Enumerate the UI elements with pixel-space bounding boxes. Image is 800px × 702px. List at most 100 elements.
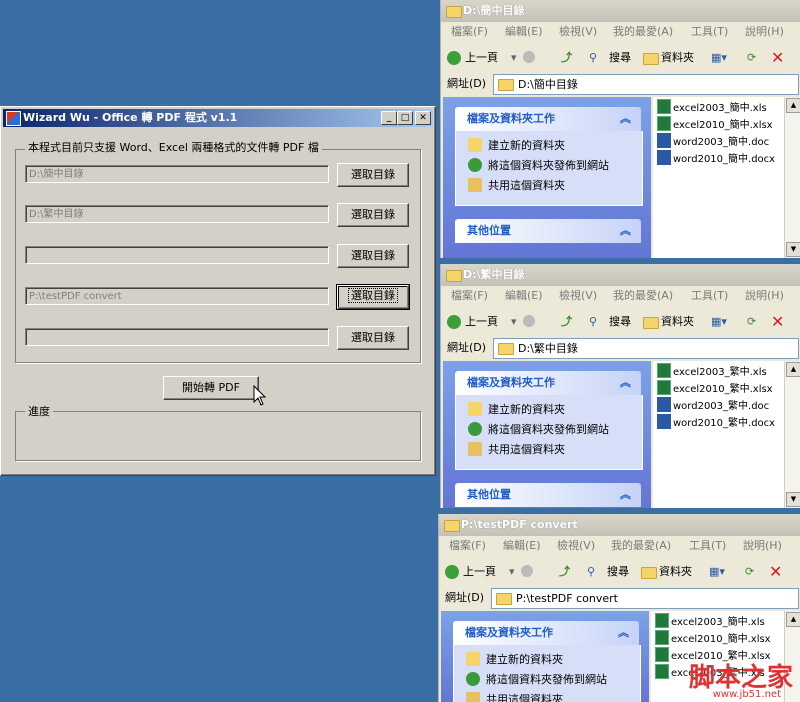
address-field[interactable]: D:\繁中目錄 bbox=[493, 338, 799, 359]
task-new-folder[interactable]: 建立新的資料夾 bbox=[466, 651, 563, 667]
back-arrow-icon[interactable] bbox=[445, 565, 459, 579]
other-places-header[interactable]: 其他位置 ︽ bbox=[455, 483, 641, 507]
file-tasks-header[interactable]: 檔案及資料夾工作 ︽ bbox=[455, 371, 641, 395]
file-tasks-header[interactable]: 檔案及資料夾工作 ︽ bbox=[455, 107, 641, 131]
menu-view[interactable]: 檢視(V) bbox=[559, 286, 597, 306]
file-item[interactable]: excel2003_繁中.xls bbox=[657, 363, 767, 378]
task-publish-web[interactable]: 將這個資料夾發佈到網站 bbox=[468, 157, 609, 173]
menu-edit[interactable]: 編輯(E) bbox=[503, 536, 541, 556]
scroll-down-icon[interactable]: ▼ bbox=[786, 492, 800, 507]
forward-arrow-icon[interactable] bbox=[523, 315, 535, 327]
dropdown-arrow-icon[interactable]: ▾ bbox=[509, 558, 515, 586]
file-item[interactable]: excel2010_簡中.xlsx bbox=[655, 630, 771, 645]
directory-field-5[interactable] bbox=[25, 328, 329, 346]
task-new-folder[interactable]: 建立新的資料夾 bbox=[468, 401, 565, 417]
delete-icon[interactable]: ✕ bbox=[769, 558, 782, 586]
menu-view[interactable]: 檢視(V) bbox=[559, 22, 597, 42]
task-share-folder[interactable]: 共用這個資料夾 bbox=[468, 441, 565, 457]
views-icon[interactable]: ▦▾ bbox=[709, 558, 725, 586]
scroll-up-icon[interactable]: ▲ bbox=[786, 612, 800, 627]
folders-icon[interactable] bbox=[643, 317, 659, 329]
directory-field-1[interactable]: D:\簡中目錄 bbox=[25, 165, 329, 183]
scroll-up-icon[interactable]: ▲ bbox=[786, 362, 800, 377]
directory-field-3[interactable] bbox=[25, 246, 329, 264]
directory-field-2[interactable]: D:\繁中目錄 bbox=[25, 205, 329, 223]
dropdown-arrow-icon[interactable]: ▾ bbox=[511, 44, 517, 72]
other-places-header[interactable]: 其他位置 ︽ bbox=[455, 219, 641, 243]
task-publish-web[interactable]: 將這個資料夾發佈到網站 bbox=[468, 421, 609, 437]
explorer-1-titlebar[interactable]: D:\簡中目錄 bbox=[441, 0, 800, 22]
file-item[interactable]: word2003_簡中.doc bbox=[657, 133, 769, 148]
views-icon[interactable]: ▦▾ bbox=[711, 308, 727, 336]
menu-favorites[interactable]: 我的最愛(A) bbox=[613, 286, 673, 306]
menu-file[interactable]: 檔案(F) bbox=[451, 286, 488, 306]
search-icon[interactable]: ⚲ bbox=[589, 308, 597, 336]
address-field[interactable]: P:\testPDF convert bbox=[491, 588, 799, 609]
task-share-folder[interactable]: 共用這個資料夾 bbox=[468, 177, 565, 193]
up-folder-icon[interactable]: ⤴ bbox=[561, 308, 572, 336]
file-tasks-header[interactable]: 檔案及資料夾工作 ︽ bbox=[453, 621, 639, 645]
dropdown-arrow-icon[interactable]: ▾ bbox=[511, 308, 517, 336]
explorer-1-scrollbar[interactable]: ▲ ▼ bbox=[784, 97, 800, 258]
up-folder-icon[interactable]: ⤴ bbox=[559, 558, 570, 586]
search-button[interactable]: 搜尋 bbox=[607, 558, 629, 586]
delete-icon[interactable]: ✕ bbox=[771, 308, 784, 336]
back-button[interactable]: 上一頁 bbox=[463, 558, 496, 586]
start-convert-button[interactable]: 開始轉 PDF bbox=[163, 376, 259, 400]
scroll-up-icon[interactable]: ▲ bbox=[786, 98, 800, 113]
select-directory-button-2[interactable]: 選取目錄 bbox=[337, 203, 409, 227]
back-arrow-icon[interactable] bbox=[447, 51, 461, 65]
file-item[interactable]: excel2003_簡中.xls bbox=[657, 99, 767, 114]
dialog-titlebar[interactable]: Wizard Wu - Office 轉 PDF 程式 v1.1 _ □ ✕ bbox=[3, 109, 433, 127]
delete-icon[interactable]: ✕ bbox=[771, 44, 784, 72]
menu-tools[interactable]: 工具(T) bbox=[691, 22, 728, 42]
menu-help[interactable]: 說明(H) bbox=[745, 286, 784, 306]
search-button[interactable]: 搜尋 bbox=[609, 44, 631, 72]
address-field[interactable]: D:\簡中目錄 bbox=[493, 74, 799, 95]
task-new-folder[interactable]: 建立新的資料夾 bbox=[468, 137, 565, 153]
forward-arrow-icon[interactable] bbox=[523, 51, 535, 63]
folders-icon[interactable] bbox=[641, 567, 657, 579]
file-item[interactable]: excel2003_簡中.xls bbox=[655, 613, 765, 628]
task-share-folder[interactable]: 共用這個資料夾 bbox=[466, 691, 563, 702]
select-directory-button-1[interactable]: 選取目錄 bbox=[337, 163, 409, 187]
file-item[interactable]: excel2010_繁中.xlsx bbox=[657, 380, 773, 395]
views-icon[interactable]: ▦▾ bbox=[711, 44, 727, 72]
select-directory-button-5[interactable]: 選取目錄 bbox=[337, 326, 409, 350]
up-folder-icon[interactable]: ⤴ bbox=[561, 44, 572, 72]
menu-file[interactable]: 檔案(F) bbox=[449, 536, 486, 556]
menu-tools[interactable]: 工具(T) bbox=[689, 536, 726, 556]
folders-icon[interactable] bbox=[643, 53, 659, 65]
directory-field-4[interactable]: P:\testPDF convert bbox=[25, 287, 329, 305]
search-icon[interactable]: ⚲ bbox=[587, 558, 595, 586]
close-button[interactable]: ✕ bbox=[415, 111, 431, 125]
explorer-3-titlebar[interactable]: P:\testPDF convert bbox=[439, 514, 800, 536]
explorer-2-scrollbar[interactable]: ▲ ▼ bbox=[784, 361, 800, 508]
menu-tools[interactable]: 工具(T) bbox=[691, 286, 728, 306]
menu-favorites[interactable]: 我的最愛(A) bbox=[611, 536, 671, 556]
back-arrow-icon[interactable] bbox=[447, 315, 461, 329]
menu-view[interactable]: 檢視(V) bbox=[557, 536, 595, 556]
menu-help[interactable]: 說明(H) bbox=[745, 22, 784, 42]
file-item[interactable]: word2003_繁中.doc bbox=[657, 397, 769, 412]
menu-favorites[interactable]: 我的最愛(A) bbox=[613, 22, 673, 42]
maximize-button[interactable]: □ bbox=[397, 111, 413, 125]
file-item[interactable]: excel2010_簡中.xlsx bbox=[657, 116, 773, 131]
explorer-2-titlebar[interactable]: D:\繁中目錄 bbox=[441, 264, 800, 286]
folders-button[interactable]: 資料夾 bbox=[661, 308, 694, 336]
refresh-icon[interactable]: ⟳ bbox=[745, 558, 754, 586]
search-button[interactable]: 搜尋 bbox=[609, 308, 631, 336]
forward-arrow-icon[interactable] bbox=[521, 565, 533, 577]
folders-button[interactable]: 資料夾 bbox=[659, 558, 692, 586]
menu-help[interactable]: 說明(H) bbox=[743, 536, 782, 556]
menu-edit[interactable]: 編輯(E) bbox=[505, 286, 543, 306]
menu-file[interactable]: 檔案(F) bbox=[451, 22, 488, 42]
search-icon[interactable]: ⚲ bbox=[589, 44, 597, 72]
file-item[interactable]: word2010_繁中.docx bbox=[657, 414, 775, 429]
file-item[interactable]: word2010_簡中.docx bbox=[657, 150, 775, 165]
select-directory-button-4[interactable]: 選取目錄 bbox=[336, 284, 410, 310]
menu-edit[interactable]: 編輯(E) bbox=[505, 22, 543, 42]
back-button[interactable]: 上一頁 bbox=[465, 44, 498, 72]
refresh-icon[interactable]: ⟳ bbox=[747, 308, 756, 336]
select-directory-button-3[interactable]: 選取目錄 bbox=[337, 244, 409, 268]
